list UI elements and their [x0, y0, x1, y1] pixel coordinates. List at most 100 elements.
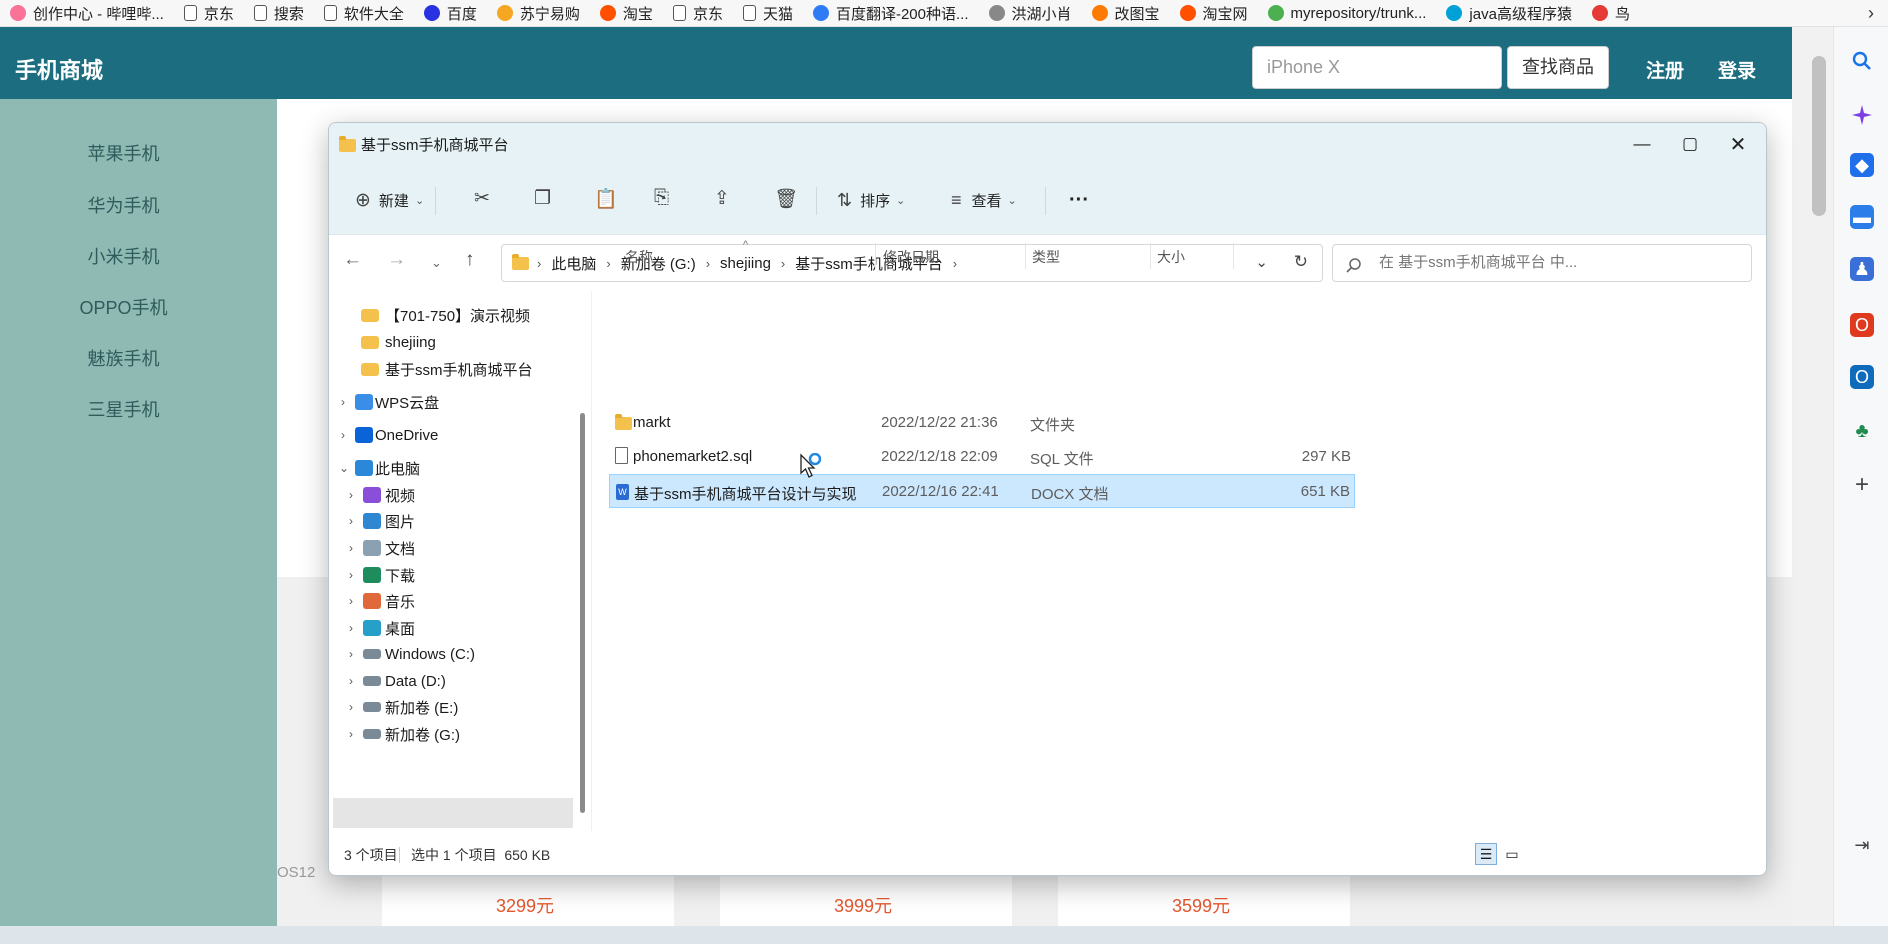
- bookmarks-overflow-chevron-icon[interactable]: ›: [1868, 0, 1874, 27]
- tree-icon[interactable]: ♣: [1850, 419, 1874, 443]
- bookmark-item[interactable]: 苏宁易购: [487, 3, 590, 24]
- bookmark-item[interactable]: 软件大全: [314, 3, 414, 24]
- outlook-icon[interactable]: O: [1850, 365, 1874, 389]
- site-search-input[interactable]: iPhone X: [1252, 46, 1502, 89]
- file-row[interactable]: W 基于ssm手机商城平台设计与实现 2022/12/16 22:41 DOCX 文档…: [609, 474, 1355, 508]
- nav-tree-label: 文档: [385, 540, 416, 558]
- maximize-button[interactable]: ▢: [1666, 123, 1714, 165]
- copy-icon[interactable]: ❐: [534, 187, 551, 210]
- bookmark-item[interactable]: 百度翻译-200种语...: [803, 3, 979, 24]
- bookmark-label: 软件大全: [343, 5, 404, 23]
- up-arrow-icon[interactable]: ↑: [465, 249, 475, 271]
- nav-tree-item[interactable]: › OneDrive: [329, 419, 579, 451]
- games-icon[interactable]: ♟: [1850, 257, 1874, 281]
- add-icon[interactable]: +: [1850, 471, 1874, 498]
- column-header-size[interactable]: 大小: [1157, 247, 1185, 267]
- column-header-type[interactable]: 类型: [1032, 247, 1060, 267]
- column-header-date[interactable]: 修改日期: [883, 247, 939, 267]
- title-bar[interactable]: 基于ssm手机商城平台 — ▢ ✕: [329, 123, 1766, 165]
- forward-arrow-icon[interactable]: →: [387, 249, 406, 271]
- bookmark-item[interactable]: 京东: [174, 3, 244, 24]
- bookmark-label: 京东: [692, 5, 723, 23]
- chevron-right-icon[interactable]: ›: [341, 395, 345, 409]
- bookmark-item[interactable]: 鸟: [1582, 3, 1640, 24]
- bookmark-label: java高级程序猿: [1469, 5, 1572, 23]
- details-view-icon[interactable]: ☰: [1475, 843, 1497, 865]
- nav-tree-item[interactable]: 基于ssm手机商城平台: [329, 353, 579, 385]
- register-link[interactable]: 注册: [1646, 56, 1684, 83]
- nav-tree-label: 音乐: [385, 593, 416, 611]
- rename-icon[interactable]: ⎘: [654, 187, 669, 209]
- bookmark-label: 淘宝网: [1202, 5, 1248, 23]
- chevron-right-icon[interactable]: ›: [349, 488, 353, 502]
- office-icon[interactable]: O: [1850, 313, 1874, 337]
- minimize-button[interactable]: —: [1618, 123, 1666, 165]
- file-row[interactable]: markt 2022/12/22 21:36 文件夹: [609, 406, 1355, 440]
- copilot-sparkle-icon[interactable]: [1850, 103, 1874, 127]
- chevron-right-icon[interactable]: ›: [349, 594, 353, 608]
- bookmark-item[interactable]: myrepository/trunk...: [1258, 5, 1437, 22]
- category-samsung[interactable]: 三星手机: [0, 396, 247, 422]
- chevron-right-icon[interactable]: ›: [349, 621, 353, 635]
- toolbox-icon[interactable]: ▬: [1850, 205, 1874, 229]
- nav-tree-item[interactable]: › 新加卷 (G:): [329, 718, 579, 750]
- search-icon[interactable]: [1850, 49, 1874, 73]
- bookmark-item[interactable]: 淘宝: [590, 3, 663, 24]
- file-type: SQL 文件: [1030, 451, 1094, 468]
- category-oppo[interactable]: OPPO手机: [0, 294, 247, 320]
- navigation-pane-scrollbar[interactable]: [580, 413, 585, 813]
- view-button[interactable]: ≡ 查看 ⌄: [951, 165, 1017, 235]
- chevron-right-icon[interactable]: ›: [349, 514, 353, 528]
- chevron-right-icon[interactable]: ›: [349, 647, 353, 661]
- bookmark-item[interactable]: 百度: [414, 3, 487, 24]
- breadcrumb-this-pc[interactable]: 此电脑: [551, 253, 596, 274]
- bookmark-item[interactable]: 淘宝网: [1170, 3, 1258, 24]
- paste-icon[interactable]: 📋: [594, 187, 618, 211]
- sidebar-collapse-icon[interactable]: ⇥: [1850, 833, 1874, 857]
- page-scrollbar-thumb[interactable]: [1812, 56, 1826, 216]
- tag-icon[interactable]: ◆: [1850, 153, 1874, 177]
- chevron-right-icon[interactable]: ›: [349, 568, 353, 582]
- close-button[interactable]: ✕: [1714, 123, 1762, 165]
- bookmark-item[interactable]: 搜索: [244, 3, 314, 24]
- site-title[interactable]: 手机商城: [15, 53, 103, 85]
- address-dropdown-chevron-icon[interactable]: ⌄: [1255, 253, 1268, 271]
- category-huawei[interactable]: 华为手机: [0, 192, 247, 218]
- category-xiaomi[interactable]: 小米手机: [0, 243, 247, 269]
- bookmark-item[interactable]: 洪湖小肖: [979, 3, 1082, 24]
- login-link[interactable]: 登录: [1718, 56, 1756, 83]
- bookmark-item[interactable]: 创作中心 - 哔哩哔...: [0, 3, 174, 24]
- refresh-icon[interactable]: ↻: [1294, 252, 1308, 272]
- file-row[interactable]: phonemarket2.sql 2022/12/18 22:09 SQL 文件 29…: [609, 440, 1355, 474]
- new-button[interactable]: ⊕ 新建 ⌄: [355, 165, 424, 235]
- cut-icon[interactable]: ✂: [474, 187, 490, 210]
- bookmark-item[interactable]: 改图宝: [1082, 3, 1170, 24]
- large-icons-view-icon[interactable]: ▭: [1501, 843, 1523, 865]
- bookmarks-bar: 创作中心 - 哔哩哔... 京东 搜索 软件大全 百度 苏宁易购 淘宝 京东 天猫 百度翻译-20…: [0, 0, 1888, 27]
- sort-button[interactable]: ⇅ 排序 ⌄: [837, 165, 905, 235]
- chevron-right-icon[interactable]: ›: [349, 727, 353, 741]
- breadcrumb-shejiing[interactable]: shejiing: [720, 255, 771, 272]
- share-icon[interactable]: ⇪: [714, 187, 730, 210]
- gaitubao-icon: [1091, 5, 1108, 21]
- chevron-right-icon[interactable]: ›: [349, 700, 353, 714]
- back-arrow-icon[interactable]: ←: [343, 249, 362, 271]
- chevron-down-icon[interactable]: ⌄: [339, 461, 349, 475]
- category-meizu[interactable]: 魅族手机: [0, 345, 247, 371]
- find-product-button[interactable]: 查找商品: [1507, 46, 1609, 89]
- delete-icon[interactable]: 🗑: [774, 187, 798, 211]
- chevron-right-icon[interactable]: ›: [349, 674, 353, 688]
- chevron-right-icon[interactable]: ›: [349, 541, 353, 555]
- more-options-icon[interactable]: ···: [1069, 165, 1089, 235]
- nav-tree-item[interactable]: › WPS云盘: [329, 386, 579, 418]
- file-modified-date: 2022/12/22 21:36: [881, 414, 998, 431]
- folder-search-input[interactable]: 在 基于ssm手机商城平台 中...: [1332, 244, 1752, 282]
- bookmark-item[interactable]: 京东: [663, 3, 733, 24]
- bookmark-item[interactable]: 天猫: [733, 3, 803, 24]
- file-modified-date: 2022/12/18 22:09: [881, 448, 998, 465]
- recent-locations-chevron-icon[interactable]: ⌄: [431, 255, 442, 271]
- bookmark-item[interactable]: java高级程序猿: [1436, 3, 1582, 24]
- column-header-name[interactable]: 名称: [625, 247, 653, 267]
- chevron-right-icon[interactable]: ›: [341, 428, 345, 442]
- category-apple[interactable]: 苹果手机: [0, 140, 247, 166]
